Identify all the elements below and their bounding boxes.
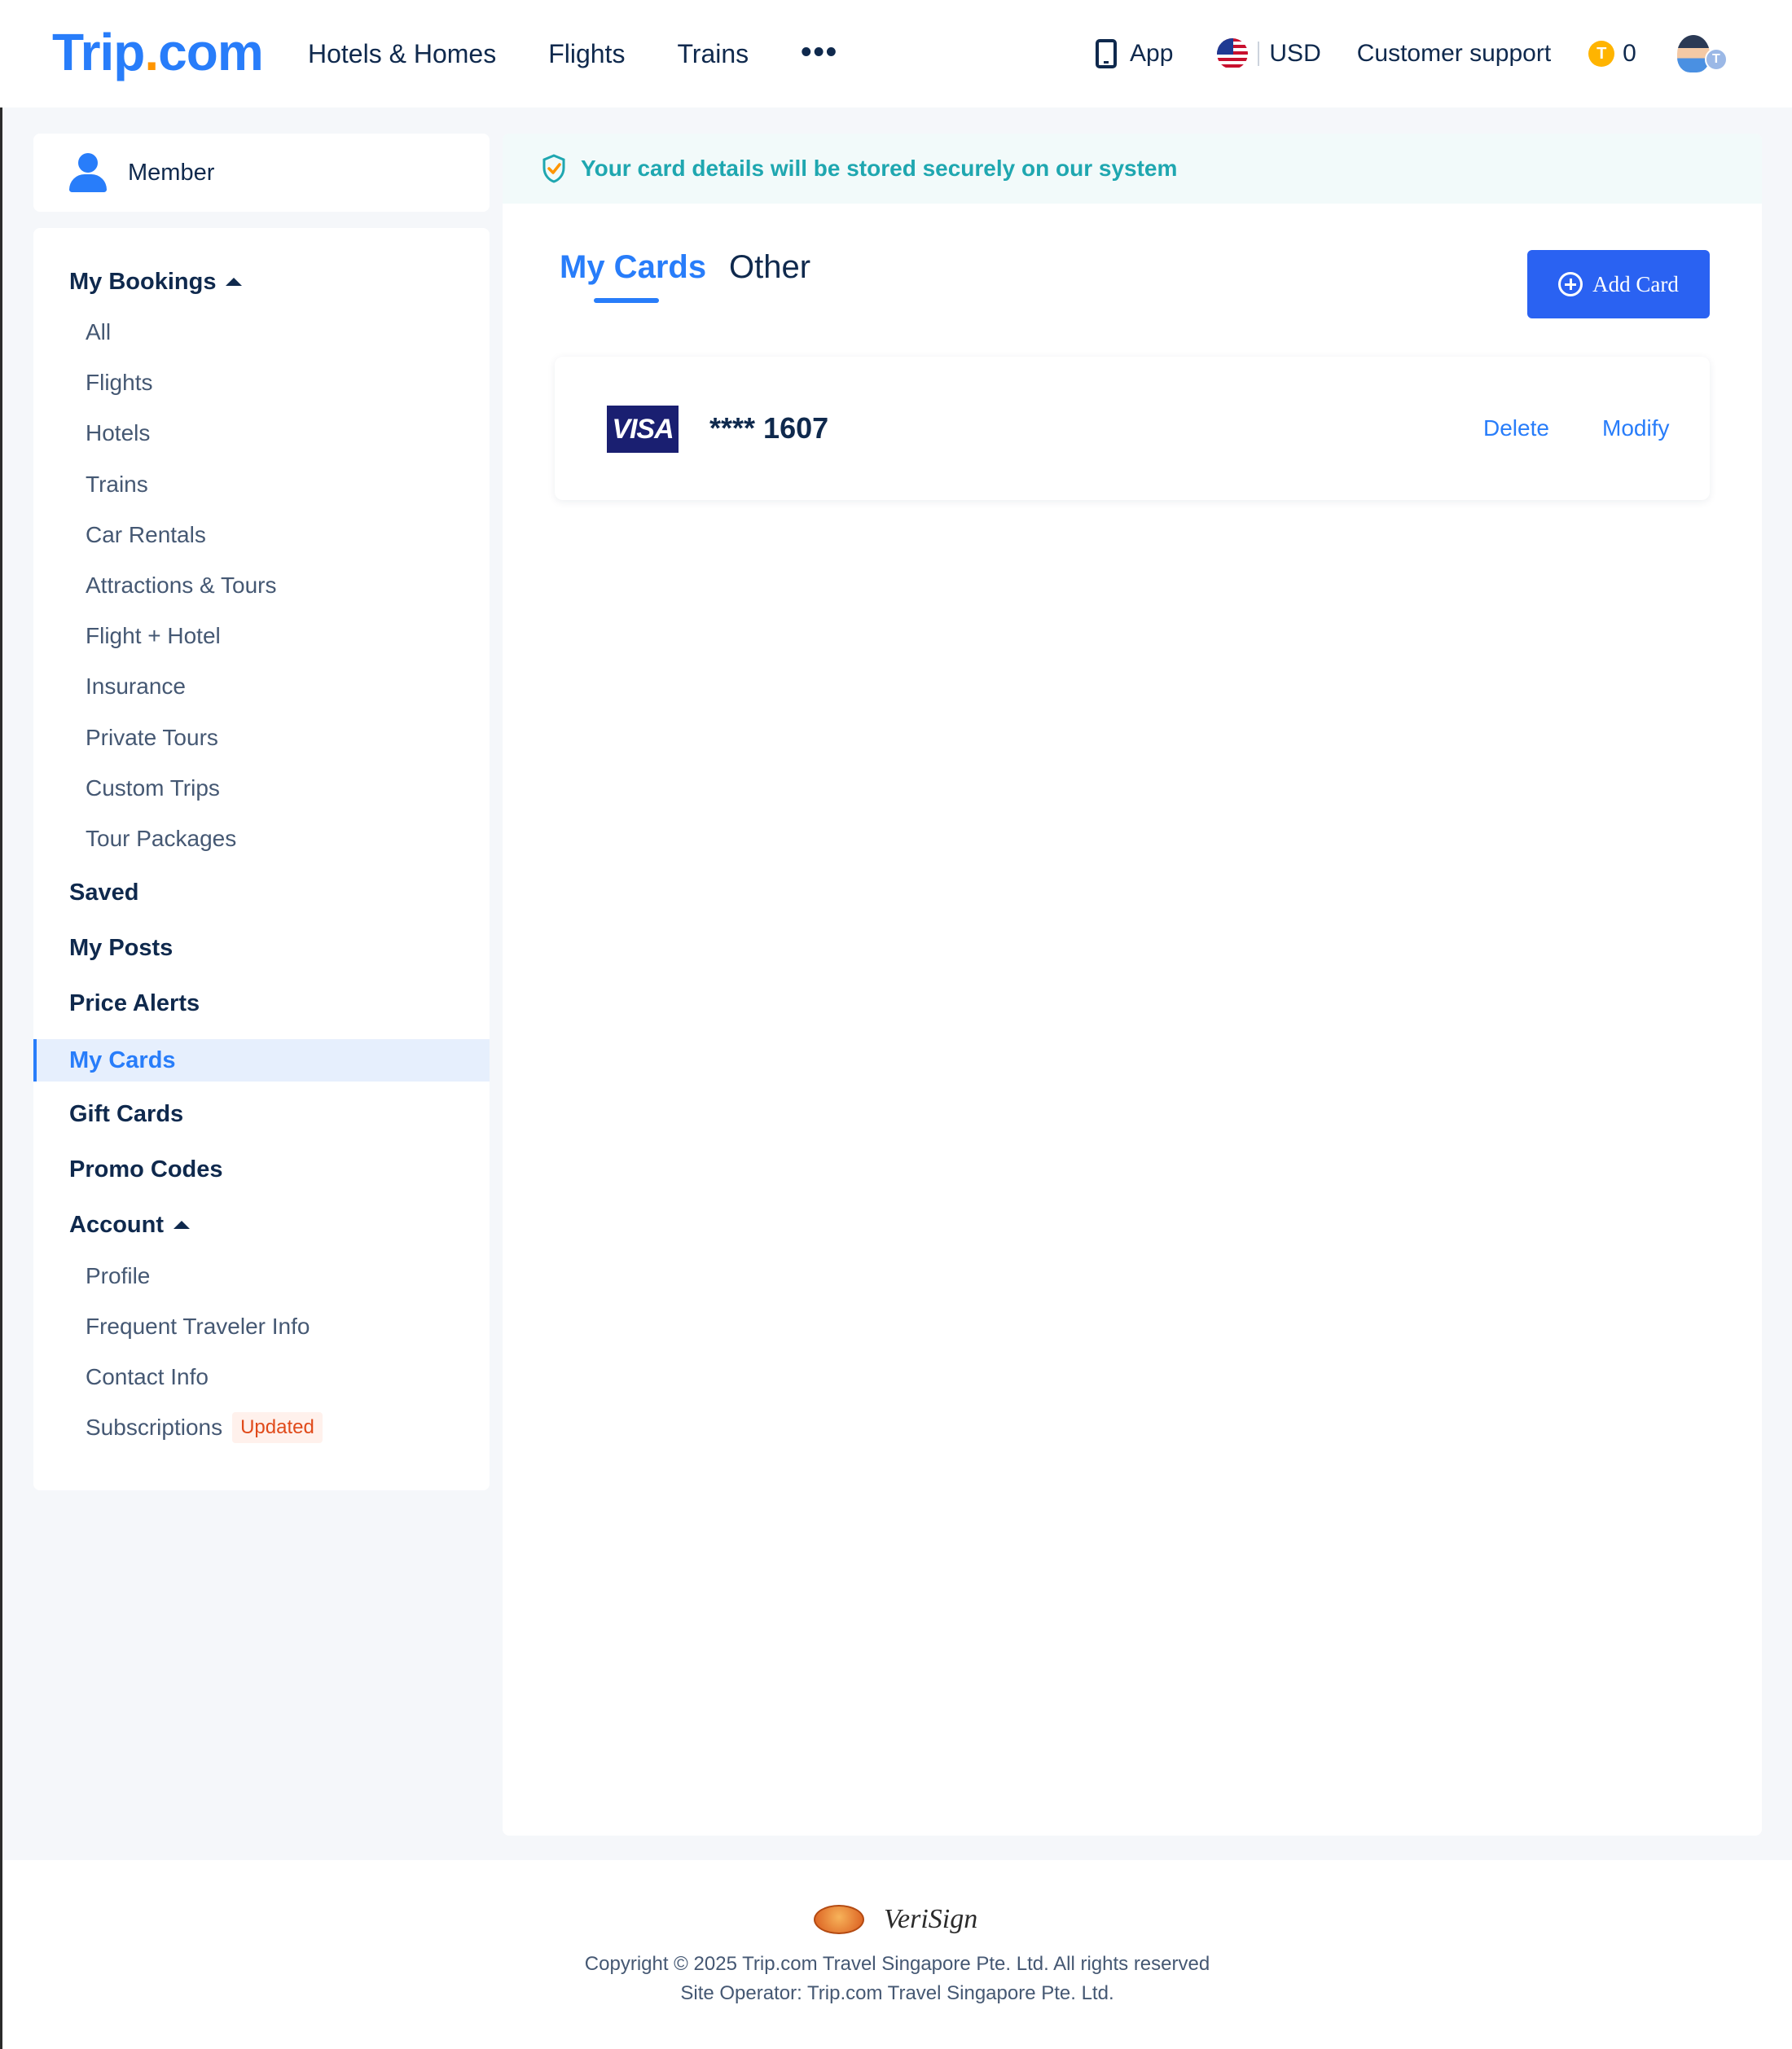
sidebar-item-flights[interactable]: Flights (86, 366, 152, 399)
member-label: Member (128, 159, 215, 186)
avatar[interactable]: T (1676, 32, 1729, 76)
trip-logo[interactable]: Trip.com (52, 21, 264, 83)
updated-badge: Updated (232, 1412, 323, 1443)
sidebar-item-my-posts[interactable]: My Posts (69, 932, 173, 964)
add-card-button[interactable]: Add Card (1527, 250, 1710, 318)
customer-support-label: Customer support (1356, 40, 1552, 67)
more-menu-icon[interactable]: ••• (801, 36, 838, 72)
sidebar-item-profile[interactable]: Profile (86, 1260, 150, 1292)
sidebar-item-flight-hotel[interactable]: Flight + Hotel (86, 620, 221, 652)
coin-count: 0 (1623, 40, 1636, 67)
sidebar-item-contact-info[interactable]: Contact Info (86, 1361, 209, 1393)
add-card-label: Add Card (1592, 271, 1679, 296)
top-header: Trip.com Hotels & Homes Flights Trains •… (0, 0, 1792, 107)
sidebar-item-all[interactable]: All (86, 316, 111, 349)
sidebar-item-subscriptions[interactable]: Subscriptions Updated (86, 1411, 323, 1444)
window-edge (0, 0, 2, 2049)
verisign-logo: VeriSign (884, 1904, 978, 1934)
header-tools: App USD Customer support T 0 T (1096, 29, 1792, 78)
trust-logos: VeriSign (814, 1904, 977, 1935)
customer-support-link[interactable]: Customer support (1357, 40, 1551, 68)
sidebar-item-insurance[interactable]: Insurance (86, 670, 186, 703)
page-footer: VeriSign Copyright © 2025 Trip.com Trave… (2, 1860, 1792, 2049)
currency-label: USD (1269, 40, 1321, 67)
active-tab-indicator (594, 298, 659, 303)
card-number: **** 1607 (709, 411, 829, 445)
visa-logo: VISA (607, 406, 679, 453)
sidebar-item-gift-cards[interactable]: Gift Cards (69, 1098, 183, 1130)
sidebar-item-private-tours[interactable]: Private Tours (86, 722, 218, 754)
tab-my-cards[interactable]: My Cards (560, 244, 706, 290)
sidebar-item-car-rentals[interactable]: Car Rentals (86, 519, 206, 551)
secure-notice-text: Your card details will be stored securel… (581, 156, 1178, 181)
sidebar-item-tour-packages[interactable]: Tour Packages (86, 823, 236, 855)
saved-card-row: VISA **** 1607 Delete Modify (555, 357, 1710, 500)
sidebar-item-my-cards-label: My Cards (69, 1047, 176, 1073)
sidebar-item-hotels[interactable]: Hotels (86, 417, 150, 450)
copyright-text: Copyright © 2025 Trip.com Travel Singapo… (584, 1953, 1210, 1975)
avatar-badge-icon: T (1704, 48, 1728, 71)
nav-flights[interactable]: Flights (548, 36, 625, 72)
trip-coin-icon: T (1588, 41, 1615, 67)
trip-coins[interactable]: T 0 (1588, 40, 1636, 68)
sidebar-item-attractions-tours[interactable]: Attractions & Tours (86, 569, 276, 602)
nav-hotels-homes[interactable]: Hotels & Homes (308, 36, 496, 72)
sidebar-item-trains[interactable]: Trains (86, 468, 148, 501)
phone-icon (1096, 39, 1117, 68)
main-panel: Your card details will be stored securel… (503, 134, 1762, 1836)
user-icon (69, 153, 107, 192)
member-card[interactable]: Member (33, 134, 490, 212)
divider (1258, 42, 1260, 66)
plus-circle-icon (1558, 272, 1583, 296)
sidebar-item-account[interactable]: Account (69, 1209, 190, 1241)
caret-up-icon (173, 1221, 190, 1229)
main-nav: Hotels & Homes Flights Trains ••• (308, 36, 838, 72)
nav-trains[interactable]: Trains (677, 36, 749, 72)
app-link[interactable]: App (1096, 39, 1173, 68)
secure-notice-bar: Your card details will be stored securel… (503, 134, 1762, 204)
sidebar-item-promo-codes[interactable]: Promo Codes (69, 1153, 223, 1186)
sidebar-item-my-bookings[interactable]: My Bookings (69, 265, 243, 298)
sidebar-item-custom-trips[interactable]: Custom Trips (86, 772, 220, 805)
sidebar-item-my-cards[interactable]: My Cards (33, 1039, 490, 1082)
currency-selector[interactable]: USD (1217, 38, 1321, 69)
sidebar-menu: My Bookings All Flights Hotels Trains Ca… (33, 228, 490, 1490)
tab-other[interactable]: Other (729, 244, 810, 290)
caret-up-icon (226, 278, 243, 286)
sidebar-item-saved[interactable]: Saved (69, 876, 138, 909)
app-label: App (1130, 40, 1174, 67)
site-operator-text: Site Operator: Trip.com Travel Singapore… (680, 1982, 1114, 2004)
delete-card-link[interactable]: Delete (1483, 412, 1549, 445)
modify-card-link[interactable]: Modify (1602, 412, 1669, 445)
us-flag-icon (1217, 38, 1249, 69)
certification-badge-logo (814, 1905, 864, 1934)
sidebar-item-frequent-traveler-info[interactable]: Frequent Traveler Info (86, 1310, 310, 1343)
sidebar-item-price-alerts[interactable]: Price Alerts (69, 987, 200, 1020)
avatar-person-icon (1676, 35, 1710, 72)
shield-check-icon (542, 154, 566, 183)
